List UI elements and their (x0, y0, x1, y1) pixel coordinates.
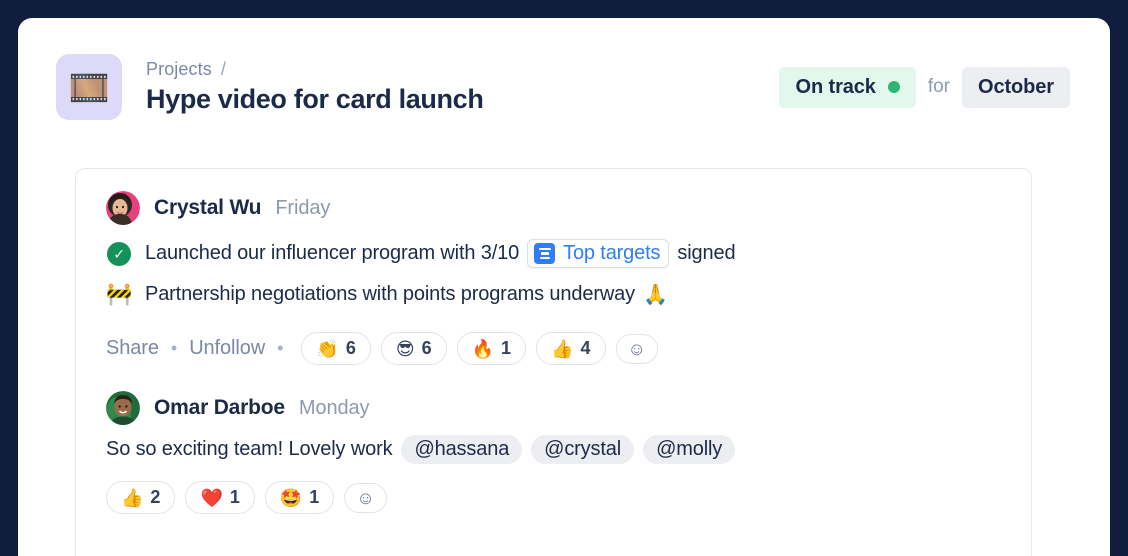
comment-reaction-list: 👍 2 ❤️ 1 🤩 1 ☺ (106, 481, 1001, 514)
thumbsup-reaction-count: 4 (580, 338, 591, 358)
action-separator: • (277, 338, 284, 358)
clap-emoji-icon: 👏 (316, 338, 339, 359)
avatar-image (106, 391, 140, 425)
add-reaction-button[interactable]: ☺ (615, 333, 658, 364)
comment-author: Omar Darboe (154, 396, 285, 419)
status-update-card: Crystal Wu Friday ✓ Launched our influen… (75, 168, 1032, 556)
comment-timestamp: Monday (298, 396, 370, 419)
avatar[interactable] (106, 391, 140, 425)
star-struck-reaction[interactable]: 🤩 1 (264, 481, 335, 514)
post-author: Crystal Wu (154, 196, 262, 219)
clap-reaction-count: 6 (345, 338, 356, 358)
update-line-2: 🚧 Partnership negotiations with points p… (106, 282, 1001, 307)
film-frames-icon: 🎞️ (56, 54, 122, 120)
update-line-1-text-after: signed (677, 242, 736, 264)
goal-icon (534, 243, 556, 264)
sunglasses-reaction[interactable]: 😎 6 (380, 332, 447, 365)
app-window: 🎞️ Projects / Hype video for card launch… (18, 18, 1110, 556)
construction-barrier-icon: 🚧 (106, 283, 132, 306)
post-actions-row: Share • Unfollow • 👏 6 😎 6 🔥 1 👍 4 ☺ (106, 332, 1001, 365)
page-title: Hype video for card launch (146, 83, 484, 114)
comment-header: Omar Darboe Monday (106, 391, 1001, 425)
breadcrumb-separator: / (220, 58, 226, 79)
heart-reaction[interactable]: ❤️ 1 (185, 481, 255, 514)
thumbsup-reaction-count: 2 (150, 487, 161, 507)
page-header: 🎞️ Projects / Hype video for card launch… (18, 18, 1110, 130)
post-reaction-list: 👏 6 😎 6 🔥 1 👍 4 ☺ (301, 332, 658, 365)
thumbsup-emoji-icon: 👍 (551, 338, 574, 359)
clap-reaction[interactable]: 👏 6 (301, 332, 371, 365)
status-badge[interactable]: On track (779, 66, 916, 108)
update-line-1-content: Launched our influencer program with 3/1… (145, 239, 736, 268)
status-badge-label: On track (795, 75, 876, 98)
share-button[interactable]: Share (106, 337, 159, 360)
mention-molly[interactable]: @molly (643, 435, 736, 464)
mention-hassana[interactable]: @hassana (401, 435, 523, 464)
comment: Omar Darboe Monday So so exciting team! … (106, 391, 1001, 514)
avatar[interactable] (106, 191, 140, 225)
project-icon-glyph: 🎞️ (68, 68, 110, 106)
sunglasses-reaction-count: 6 (421, 338, 432, 358)
update-line-1-text-before: Launched our influencer program with 3/1… (145, 242, 520, 264)
unfollow-button[interactable]: Unfollow (189, 337, 265, 360)
post-header: Crystal Wu Friday (106, 191, 1001, 225)
thumbsup-reaction[interactable]: 👍 4 (536, 332, 606, 365)
smiley-face-icon: ☺ (627, 338, 646, 359)
update-line-1: ✓ Launched our influencer program with 3… (106, 239, 1001, 268)
post-timestamp: Friday (275, 196, 331, 219)
app-frame: 🎞️ Projects / Hype video for card launch… (0, 0, 1128, 556)
heart-reaction-count: 1 (229, 487, 240, 507)
comment-text: So so exciting team! Lovely work (106, 438, 393, 460)
star-struck-emoji-icon: 🤩 (279, 487, 303, 508)
star-struck-reaction-count: 1 (309, 487, 320, 507)
title-block: Projects / Hype video for card launch (146, 59, 484, 115)
for-label: for (927, 76, 951, 97)
goal-link-label: Top targets (563, 242, 661, 264)
folded-hands-icon: 🙏 (642, 284, 668, 306)
breadcrumb-item-projects[interactable]: Projects (146, 59, 212, 80)
fire-reaction[interactable]: 🔥 1 (456, 332, 527, 365)
action-separator: • (170, 338, 178, 358)
thumbsup-emoji-icon: 👍 (121, 487, 144, 508)
comment-body: So so exciting team! Lovely work @hassan… (106, 435, 1001, 464)
breadcrumb: Projects / (146, 59, 483, 80)
update-line-2-text: Partnership negotiations with points pro… (145, 283, 635, 305)
fire-reaction-count: 1 (501, 338, 512, 358)
period-badge[interactable]: October (962, 66, 1070, 108)
period-badge-label: October (978, 75, 1054, 98)
avatar-image (106, 191, 140, 225)
green-check-icon: ✓ (106, 241, 132, 266)
thumbsup-reaction[interactable]: 👍 2 (106, 481, 176, 514)
mention-crystal[interactable]: @crystal (531, 435, 635, 464)
goal-link-chip[interactable]: Top targets (527, 239, 670, 268)
add-reaction-button[interactable]: ☺ (344, 482, 387, 513)
smiley-face-icon: ☺ (356, 487, 375, 508)
sunglasses-emoji-icon: 😎 (395, 338, 415, 359)
update-line-2-content: Partnership negotiations with points pro… (145, 282, 668, 307)
heart-emoji-icon: ❤️ (200, 487, 223, 508)
fire-emoji-icon: 🔥 (471, 338, 495, 359)
header-status-group: On track for October (779, 66, 1080, 108)
status-dot-icon (887, 81, 900, 93)
